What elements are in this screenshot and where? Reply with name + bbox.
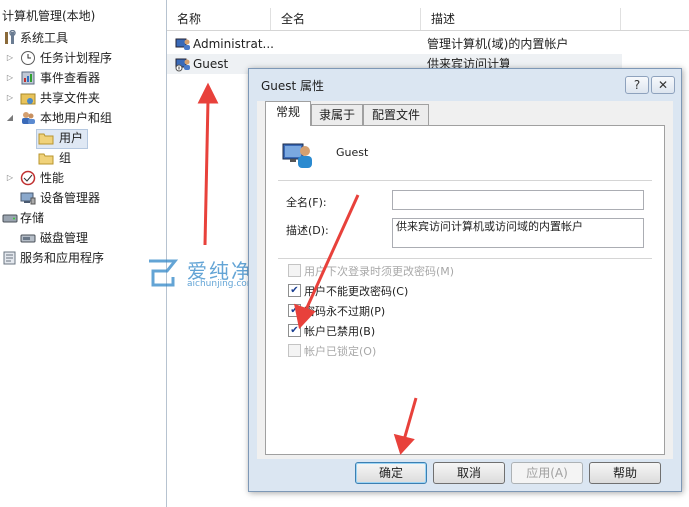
tree-item-label: 设备管理器 [40,191,101,205]
tree-item-label: 服务和应用程序 [20,251,105,265]
watermark-logo-icon [149,259,179,287]
fullname-field[interactable] [392,190,644,210]
checkbox-label: 帐户已禁用(B) [304,325,376,338]
checkbox-label: 密码永不过期(P) [304,305,386,318]
list-header: 名称 全名 描述 [167,8,689,31]
tree-item-label: 系统工具 [20,31,69,45]
account-disabled-checkbox[interactable]: ✔ [288,324,301,337]
password-never-expires-checkbox[interactable]: ✔ [288,304,301,317]
general-panel: Guest 全名(F): 描述(D): 供来宾访问计算机或访问域的内置帐户 用户… [265,125,665,455]
user-icon [175,36,191,52]
cannot-change-password-checkbox[interactable]: ✔ [288,284,301,297]
user-avatar-icon [282,138,314,170]
disk-icon [20,230,36,246]
must-change-password-checkbox[interactable] [288,264,301,277]
help-button[interactable]: 帮助 [589,462,661,484]
tree-item-label: 任务计划程序 [40,51,113,65]
account-locked-checkbox[interactable] [288,344,301,357]
tree-item-label: 存储 [20,211,45,225]
description-label: 描述(D): [286,224,329,237]
shared-folder-icon [20,90,36,106]
folder-icon [38,150,54,166]
tree-item-label: 用户 [59,131,84,145]
help-title-button[interactable]: ? [625,76,649,94]
close-button[interactable]: ✕ [651,76,675,94]
watermark-url: aichunjing.com [187,279,256,289]
column-header-description[interactable]: 描述 [421,8,621,30]
user-name: Guest [336,146,369,159]
checkbox-label: 用户不能更改密码(C) [304,285,409,298]
fullname-label: 全名(F): [286,196,327,209]
tree-item-label: 计算机管理(本地) [2,9,96,23]
divider [278,258,652,259]
performance-icon [20,170,36,186]
folder-icon [38,130,54,146]
table-row[interactable]: Administrat... 管理计算机(域)的内置帐户 [167,34,622,54]
users-icon [20,110,36,126]
checkbox-label: 帐户已锁定(O) [304,345,377,358]
tree-item-label: 本地用户和组 [40,111,113,125]
storage-icon [2,210,18,226]
tab-general[interactable]: 常规 [265,101,311,126]
tree-item-label: 事件查看器 [40,71,101,85]
checkbox-label: 用户下次登录时须更改密码(M) [304,265,455,278]
event-viewer-icon [20,70,36,86]
tree-item-label: 磁盘管理 [40,231,89,245]
row-description: 管理计算机(域)的内置帐户 [427,37,569,51]
clock-icon [20,50,36,66]
tree-item-label: 性能 [40,171,65,185]
tree-item-label: 组 [59,151,72,165]
apply-button[interactable]: 应用(A) [511,462,583,484]
tree-item-label: 共享文件夹 [40,91,101,105]
tab-profile[interactable]: 配置文件 [363,104,429,126]
dialog-body: 常规 隶属于 配置文件 Guest 全名(F): 描述(D): 供来宾访问计算机… [257,101,673,459]
row-name: Administrat... [193,37,273,51]
collapse-arrow-icon[interactable]: ◢ [5,108,15,128]
divider [278,180,652,181]
dialog-title: Guest 属性 [261,79,325,93]
guest-properties-dialog: Guest 属性 ? ✕ 常规 隶属于 配置文件 Guest 全名(F): 描述… [248,68,682,492]
console-tree: 计算机管理(本地) 系统工具 ▷ 任务计划程序 ▷ 事件查看器 ▷ 共享文件夹 … [0,0,167,507]
column-header-name[interactable]: 名称 [167,8,271,30]
services-icon [2,250,18,266]
column-header-fullname[interactable]: 全名 [271,8,421,30]
cancel-button[interactable]: 取消 [433,462,505,484]
tools-icon [2,29,18,46]
user-disabled-icon [175,56,191,72]
expand-arrow-icon[interactable]: ▷ [5,48,15,68]
ok-button[interactable]: 确定 [355,462,427,484]
expand-arrow-icon[interactable]: ▷ [5,88,15,108]
description-field[interactable]: 供来宾访问计算机或访问域的内置帐户 [392,218,644,248]
tab-member-of[interactable]: 隶属于 [311,104,363,126]
device-manager-icon [20,190,36,206]
expand-arrow-icon[interactable]: ▷ [5,68,15,88]
expand-arrow-icon[interactable]: ▷ [5,168,15,188]
